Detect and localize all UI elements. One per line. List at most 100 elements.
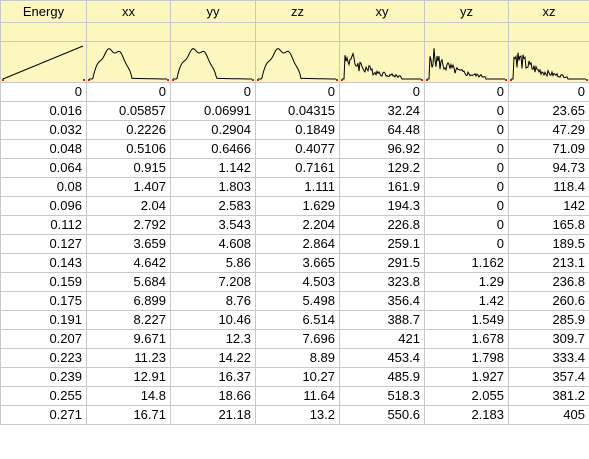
- cell-zz[interactable]: 1.111: [255, 177, 340, 197]
- cell-xx[interactable]: 9.671: [86, 329, 171, 349]
- cell-xz[interactable]: 189.5: [508, 234, 589, 254]
- cell-xy[interactable]: 0: [339, 82, 425, 102]
- cell-xx[interactable]: 0: [86, 82, 171, 102]
- cell-xy[interactable]: 518.3: [339, 386, 425, 406]
- cell-xy[interactable]: 32.24: [339, 101, 425, 121]
- spacer-cell[interactable]: [508, 22, 589, 42]
- cell-energy[interactable]: 0.127: [0, 234, 87, 254]
- cell-xz[interactable]: 236.8: [508, 272, 589, 292]
- cell-xy[interactable]: 129.2: [339, 158, 425, 178]
- cell-xx[interactable]: 2.792: [86, 215, 171, 235]
- cell-xx[interactable]: 4.642: [86, 253, 171, 273]
- cell-xx[interactable]: 8.227: [86, 310, 171, 330]
- cell-xz[interactable]: 71.09: [508, 139, 589, 159]
- column-header-zz[interactable]: zz: [255, 0, 340, 23]
- cell-xz[interactable]: 309.7: [508, 329, 589, 349]
- cell-xy[interactable]: 161.9: [339, 177, 425, 197]
- cell-yy[interactable]: 3.543: [170, 215, 256, 235]
- cell-zz[interactable]: 0.7161: [255, 158, 340, 178]
- cell-zz[interactable]: 13.2: [255, 405, 340, 425]
- spacer-cell[interactable]: [170, 22, 256, 42]
- sparkline-cell-zz[interactable]: [255, 41, 340, 83]
- cell-yz[interactable]: 0: [424, 196, 509, 216]
- cell-xz[interactable]: 165.8: [508, 215, 589, 235]
- cell-xz[interactable]: 142: [508, 196, 589, 216]
- cell-xx[interactable]: 5.684: [86, 272, 171, 292]
- cell-yz[interactable]: 1.798: [424, 348, 509, 368]
- cell-xy[interactable]: 194.3: [339, 196, 425, 216]
- cell-yz[interactable]: 0: [424, 139, 509, 159]
- column-header-yz[interactable]: yz: [424, 0, 509, 23]
- sparkline-cell-xx[interactable]: [86, 41, 171, 83]
- cell-energy[interactable]: 0.223: [0, 348, 87, 368]
- sparkline-cell-yy[interactable]: [170, 41, 256, 83]
- cell-energy[interactable]: 0.064: [0, 158, 87, 178]
- cell-yy[interactable]: 1.803: [170, 177, 256, 197]
- cell-xy[interactable]: 64.48: [339, 120, 425, 140]
- cell-yz[interactable]: 1.42: [424, 291, 509, 311]
- spacer-cell[interactable]: [255, 22, 340, 42]
- cell-xz[interactable]: 260.6: [508, 291, 589, 311]
- spacer-cell[interactable]: [86, 22, 171, 42]
- cell-xy[interactable]: 550.6: [339, 405, 425, 425]
- cell-zz[interactable]: 2.204: [255, 215, 340, 235]
- cell-yz[interactable]: 0: [424, 215, 509, 235]
- cell-energy[interactable]: 0.175: [0, 291, 87, 311]
- cell-yy[interactable]: 12.3: [170, 329, 256, 349]
- cell-yz[interactable]: 0: [424, 177, 509, 197]
- cell-energy[interactable]: 0.239: [0, 367, 87, 387]
- cell-zz[interactable]: 0.4077: [255, 139, 340, 159]
- column-header-yy[interactable]: yy: [170, 0, 256, 23]
- cell-xx[interactable]: 6.899: [86, 291, 171, 311]
- cell-zz[interactable]: 8.89: [255, 348, 340, 368]
- cell-energy[interactable]: 0.207: [0, 329, 87, 349]
- cell-xx[interactable]: 1.407: [86, 177, 171, 197]
- cell-yy[interactable]: 0.6466: [170, 139, 256, 159]
- cell-energy[interactable]: 0.032: [0, 120, 87, 140]
- column-header-energy[interactable]: Energy: [0, 0, 87, 23]
- cell-energy[interactable]: 0.271: [0, 405, 87, 425]
- cell-yz[interactable]: 1.927: [424, 367, 509, 387]
- sparkline-cell-yz[interactable]: [424, 41, 509, 83]
- cell-yy[interactable]: 21.18: [170, 405, 256, 425]
- cell-zz[interactable]: 7.696: [255, 329, 340, 349]
- cell-zz[interactable]: 0: [255, 82, 340, 102]
- cell-xy[interactable]: 226.8: [339, 215, 425, 235]
- cell-xx[interactable]: 12.91: [86, 367, 171, 387]
- cell-xy[interactable]: 291.5: [339, 253, 425, 273]
- cell-zz[interactable]: 11.64: [255, 386, 340, 406]
- cell-yz[interactable]: 0: [424, 234, 509, 254]
- cell-zz[interactable]: 0.04315: [255, 101, 340, 121]
- cell-xz[interactable]: 285.9: [508, 310, 589, 330]
- column-header-xy[interactable]: xy: [339, 0, 425, 23]
- cell-xx[interactable]: 2.04: [86, 196, 171, 216]
- cell-zz[interactable]: 4.503: [255, 272, 340, 292]
- spacer-cell[interactable]: [424, 22, 509, 42]
- column-header-xx[interactable]: xx: [86, 0, 171, 23]
- cell-yy[interactable]: 7.208: [170, 272, 256, 292]
- sparkline-cell-xy[interactable]: [339, 41, 425, 83]
- cell-xz[interactable]: 405: [508, 405, 589, 425]
- cell-xy[interactable]: 388.7: [339, 310, 425, 330]
- cell-yy[interactable]: 16.37: [170, 367, 256, 387]
- cell-zz[interactable]: 0.1849: [255, 120, 340, 140]
- cell-xx[interactable]: 0.2226: [86, 120, 171, 140]
- cell-yz[interactable]: 0: [424, 82, 509, 102]
- cell-yy[interactable]: 0: [170, 82, 256, 102]
- cell-xz[interactable]: 94.73: [508, 158, 589, 178]
- cell-yz[interactable]: 1.29: [424, 272, 509, 292]
- cell-yz[interactable]: 2.183: [424, 405, 509, 425]
- cell-xy[interactable]: 96.92: [339, 139, 425, 159]
- cell-zz[interactable]: 2.864: [255, 234, 340, 254]
- cell-zz[interactable]: 3.665: [255, 253, 340, 273]
- cell-yz[interactable]: 0: [424, 101, 509, 121]
- cell-energy[interactable]: 0.096: [0, 196, 87, 216]
- cell-xx[interactable]: 16.71: [86, 405, 171, 425]
- cell-energy[interactable]: 0: [0, 82, 87, 102]
- sparkline-cell-energy[interactable]: [0, 41, 87, 83]
- cell-xz[interactable]: 118.4: [508, 177, 589, 197]
- cell-zz[interactable]: 5.498: [255, 291, 340, 311]
- cell-xz[interactable]: 213.1: [508, 253, 589, 273]
- cell-yz[interactable]: 1.549: [424, 310, 509, 330]
- cell-energy[interactable]: 0.08: [0, 177, 87, 197]
